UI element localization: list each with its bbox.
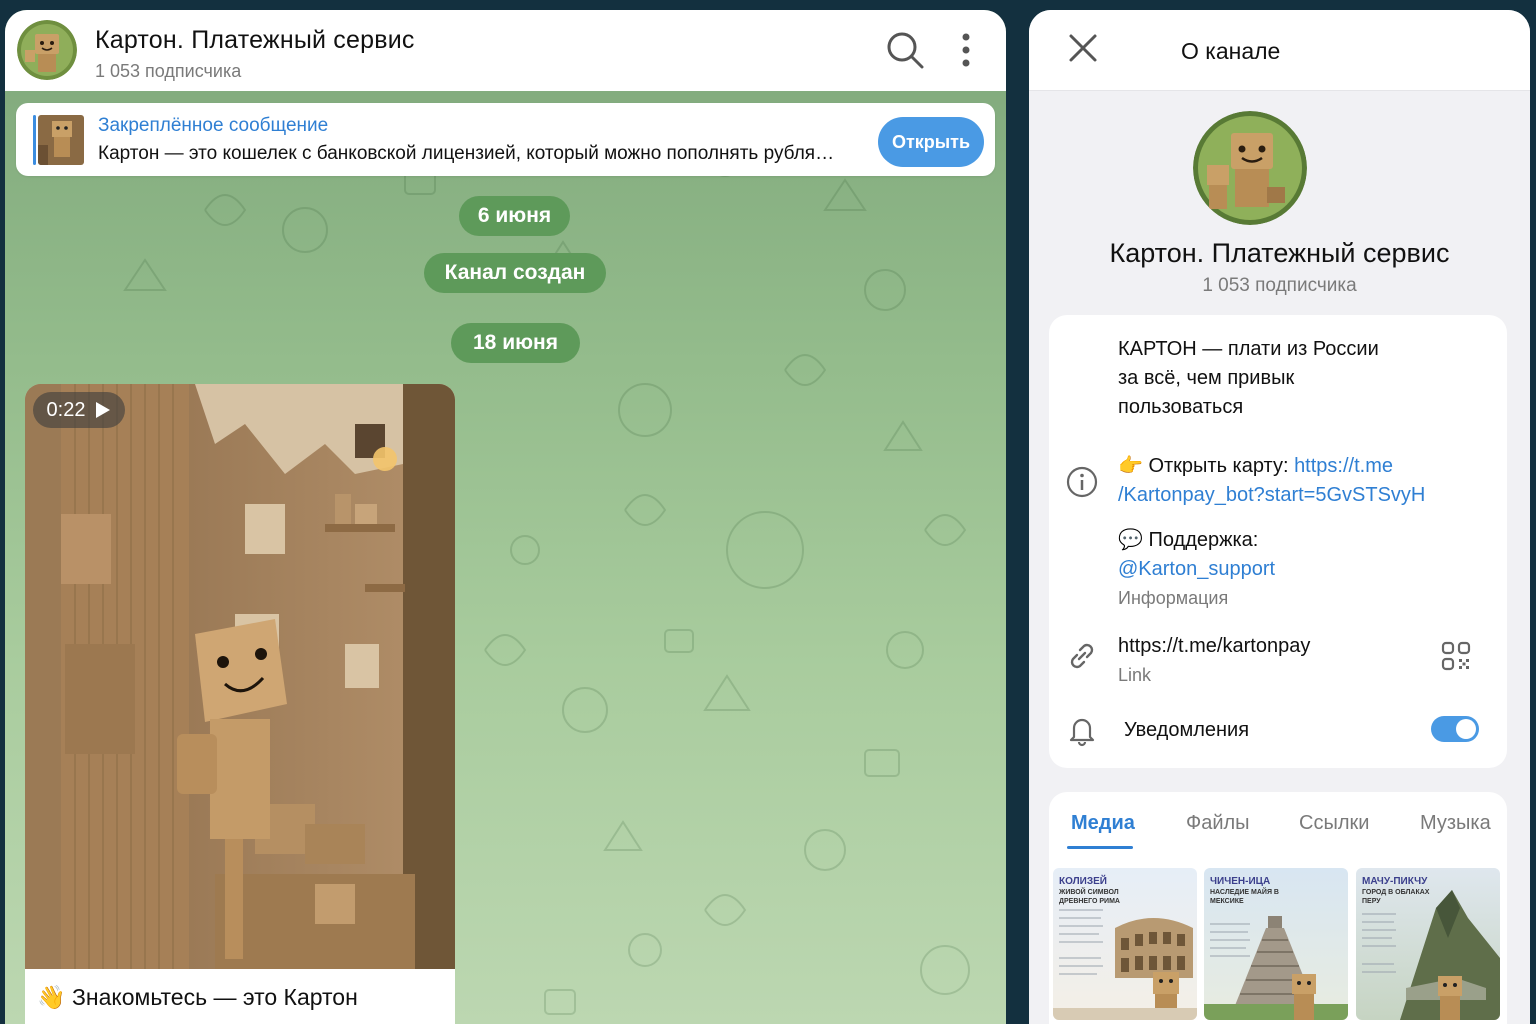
close-icon[interactable]	[1065, 30, 1101, 66]
open-card-line: 👉 Открыть карту: https://t.me	[1118, 452, 1393, 481]
tab-media[interactable]: Медиа	[1071, 812, 1135, 835]
play-icon	[96, 402, 111, 418]
pinned-thumbnail	[38, 115, 84, 165]
link-icon	[1070, 643, 1094, 669]
link-caption: Link	[1118, 665, 1152, 685]
channel-subscribers: 1 053 подписчика	[1202, 275, 1357, 296]
shared-media-card: Медиа Файлы Ссылки Музыка КОЛИЗЕЙ ЖИВОЙ …	[1049, 792, 1507, 1024]
open-card-link[interactable]: https://t.me	[1294, 455, 1393, 477]
channel-avatar[interactable]	[17, 20, 77, 80]
media-tile-title: МАЧУ-ПИКЧУ	[1362, 876, 1428, 887]
toggle-knob	[1456, 719, 1476, 739]
info-panel-title: О канале	[1181, 38, 1281, 64]
media-tile-subtitle: ЖИВОЙ СИМВОЛ ДРЕВНЕГО РИМА	[1059, 889, 1120, 905]
media-tile[interactable]: ЧИЧЕН-ИЦА НАСЛЕДИЕ МАЙЯ В МЕКСИКЕ	[1204, 868, 1348, 1020]
media-tile[interactable]: МАЧУ-ПИКЧУ ГОРОД В ОБЛАКАХ ПЕРУ	[1356, 868, 1500, 1020]
description-line: за всё, чем привык	[1118, 367, 1295, 389]
tab-files[interactable]: Файлы	[1186, 812, 1250, 835]
post-caption: 👋 Знакомьтесь — это Картон	[37, 984, 358, 1010]
notifications-toggle[interactable]	[1431, 716, 1479, 742]
channel-post: 0:22 👋 Знакомьтесь — это Картон	[25, 384, 455, 1024]
channel-description: КАРТОН — плати из России за всё, чем при…	[1118, 335, 1438, 422]
description-line: пользоваться	[1118, 396, 1244, 418]
pinned-message[interactable]: Закреплённое сообщение Картон — это коше…	[16, 103, 995, 176]
channel-info-panel: О канале Картон. Платежный сервис 1 053 …	[1029, 10, 1530, 1024]
video-duration: 0:22	[33, 392, 125, 428]
tab-music[interactable]: Музыка	[1420, 812, 1491, 835]
chat-title[interactable]: Картон. Платежный сервис	[95, 26, 415, 55]
bell-icon	[1069, 718, 1095, 747]
date-separator: 6 июня	[459, 196, 570, 236]
open-pinned-button[interactable]: Открыть	[878, 117, 984, 167]
date-separator: 18 июня	[451, 323, 580, 363]
media-tile-title: КОЛИЗЕЙ	[1059, 876, 1107, 887]
support-label: 💬 Поддержка:	[1118, 529, 1259, 551]
open-card-link[interactable]: /Kartonpay_bot?start=5GvSTSvyH	[1118, 481, 1425, 510]
channel-link[interactable]: https://t.me/kartonpay	[1118, 632, 1310, 661]
more-vertical-icon[interactable]	[944, 28, 988, 72]
channel-avatar-large[interactable]	[1193, 111, 1307, 225]
subscriber-count: 1 053 подписчика	[95, 61, 242, 81]
pinned-text: Картон — это кошелек с банковской лиценз…	[98, 143, 835, 164]
chat-panel: Картон. Платежный сервис 1 053 подписчик…	[5, 10, 1006, 1024]
support-link[interactable]: @Karton_support	[1118, 555, 1275, 584]
notifications-label: Уведомления	[1124, 719, 1250, 741]
chat-header: Картон. Платежный сервис 1 053 подписчик…	[5, 10, 1006, 91]
info-icon	[1066, 466, 1098, 498]
duration-text: 0:22	[46, 398, 86, 421]
channel-name: Картон. Платежный сервис	[1109, 238, 1450, 268]
video-preview[interactable]: 0:22	[25, 384, 455, 969]
info-caption: Информация	[1118, 588, 1229, 608]
media-tile-subtitle: НАСЛЕДИЕ МАЙЯ В МЕКСИКЕ	[1210, 889, 1279, 905]
media-tile-title: ЧИЧЕН-ИЦА	[1210, 876, 1271, 887]
qr-code-icon[interactable]	[1441, 641, 1471, 671]
info-header: О канале	[1029, 10, 1530, 91]
active-tab-indicator	[1067, 846, 1133, 849]
media-tile-subtitle: ГОРОД В ОБЛАКАХ ПЕРУ	[1362, 889, 1430, 905]
tab-links[interactable]: Ссылки	[1299, 812, 1369, 835]
search-icon[interactable]	[883, 28, 927, 72]
description-line: КАРТОН — плати из России	[1118, 338, 1379, 360]
pinned-title: Закреплённое сообщение	[98, 115, 329, 136]
open-card-label: 👉 Открыть карту:	[1118, 455, 1295, 477]
channel-details-card: КАРТОН — плати из России за всё, чем при…	[1049, 315, 1507, 768]
media-tile[interactable]: КОЛИЗЕЙ ЖИВОЙ СИМВОЛ ДРЕВНЕГО РИМА	[1053, 868, 1197, 1020]
service-message: Канал создан	[424, 253, 606, 293]
pinned-indicator	[33, 115, 36, 165]
